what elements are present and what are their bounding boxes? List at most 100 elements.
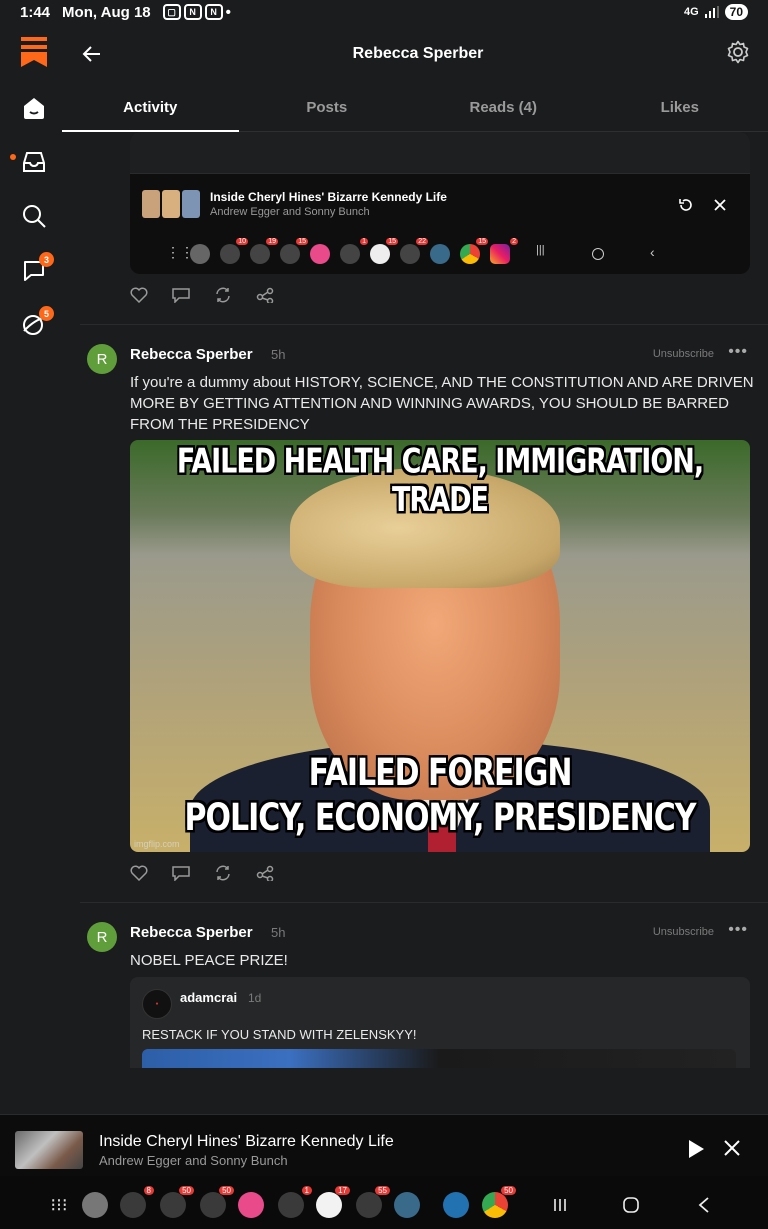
substack-logo-button[interactable] xyxy=(14,32,54,72)
app-icon: 1 xyxy=(340,238,368,264)
recents-nav-icon: ||| xyxy=(536,244,545,256)
apps-grid-icon: ⋮⋮ xyxy=(166,244,194,260)
tab-likes[interactable]: Likes xyxy=(592,84,768,131)
chrome-app-icon[interactable]: 50 xyxy=(482,1186,516,1218)
share-button[interactable] xyxy=(256,864,274,882)
activity-feed[interactable]: Inside Cheryl Hines' Bizarre Kennedy Lif… xyxy=(80,132,768,1068)
restack-button[interactable] xyxy=(214,864,232,882)
home-nav-button[interactable] xyxy=(620,1194,642,1216)
substack-logo-icon xyxy=(21,37,47,67)
activity-button[interactable]: 5 xyxy=(14,304,54,344)
battery-indicator: 70 xyxy=(724,4,748,20)
more-options-button[interactable]: ••• xyxy=(728,343,748,361)
comment-button[interactable] xyxy=(172,864,190,882)
like-button[interactable] xyxy=(130,286,148,304)
author-name[interactable]: Rebecca Sperber xyxy=(130,924,253,941)
back-nav-icon xyxy=(698,1197,709,1213)
app-icon: 10 xyxy=(220,238,248,264)
restack-button[interactable] xyxy=(214,286,232,304)
back-nav-button[interactable] xyxy=(693,1194,715,1216)
close-icon xyxy=(709,194,731,216)
news-app-icon[interactable]: 17 xyxy=(316,1186,350,1218)
wordpress-app-icon[interactable] xyxy=(443,1192,469,1218)
image-watermark: imgflip.com xyxy=(134,839,180,849)
signal-icon xyxy=(704,6,719,18)
app-folder-icon[interactable]: 55 xyxy=(356,1186,390,1218)
quoted-author-name[interactable]: adamcrai xyxy=(180,990,237,1005)
quoted-image[interactable] xyxy=(142,1049,736,1068)
embedded-screenshot-top xyxy=(130,132,750,174)
app-folder-icon[interactable]: 8 xyxy=(120,1186,154,1218)
more-options-button[interactable]: ••• xyxy=(728,921,748,939)
left-nav-rail: 3 5 xyxy=(0,24,68,1114)
post-text: NOBEL PEACE PRIZE! xyxy=(130,952,288,969)
post-text: If you're a dummy about HISTORY, SCIENCE… xyxy=(130,374,754,433)
episode-authors: Andrew Egger and Sonny Bunch xyxy=(99,1153,288,1168)
tab-activity[interactable]: Activity xyxy=(62,84,239,132)
unsubscribe-button[interactable]: Unsubscribe xyxy=(653,926,714,938)
mini-player-thumbnails xyxy=(142,190,200,218)
comment-icon xyxy=(172,866,190,881)
quoted-post-time: 1d xyxy=(248,991,262,1005)
chat-button[interactable]: 3 xyxy=(14,250,54,290)
meme-top-caption: FAILED HEALTH CARE, IMMIGRATION, TRADE xyxy=(176,442,704,520)
apps-grid-icon[interactable]: ⁝⁝⁝ xyxy=(46,1192,72,1218)
search-icon xyxy=(23,205,46,228)
settings-app-icon xyxy=(190,244,210,264)
search-button[interactable] xyxy=(14,196,54,236)
heart-icon xyxy=(130,865,148,881)
comment-button[interactable] xyxy=(172,286,190,304)
inbox-button[interactable] xyxy=(10,142,54,182)
share-icon xyxy=(256,287,274,303)
settings-app-icon[interactable] xyxy=(82,1192,108,1218)
gear-icon xyxy=(727,40,749,64)
app-folder-icon[interactable]: 50 xyxy=(160,1186,194,1218)
home-nav-icon xyxy=(592,248,604,260)
share-button[interactable] xyxy=(256,286,274,304)
inbox-icon xyxy=(23,152,45,172)
status-bar: 1:44 Mon, Aug 18 ▢ N N • 4G 70 xyxy=(0,0,768,24)
heart-icon xyxy=(130,287,148,303)
unread-dot xyxy=(10,154,16,160)
author-avatar[interactable]: R xyxy=(87,344,117,374)
play-button[interactable] xyxy=(686,1139,706,1159)
like-button[interactable] xyxy=(130,864,148,882)
restacked-note[interactable]: ● adamcrai 1d RESTACK IF YOU STAND WITH … xyxy=(130,977,750,1068)
meme-bottom-caption: FAILED FOREIGN POLICY, ECONOMY, PRESIDEN… xyxy=(130,751,750,841)
photos-app-icon[interactable] xyxy=(238,1192,264,1218)
photos-app-icon xyxy=(310,244,330,264)
author-avatar[interactable]: R xyxy=(87,922,117,952)
notification-icons: ▢ N N • xyxy=(162,3,231,21)
recents-button[interactable] xyxy=(549,1194,571,1216)
audio-mini-player[interactable]: Inside Cheryl Hines' Bizarre Kennedy Lif… xyxy=(0,1114,768,1176)
quoted-author-avatar: ● xyxy=(142,989,172,1019)
profile-header: Rebecca Sperber xyxy=(68,24,768,84)
app-folder-icon[interactable]: 50 xyxy=(200,1186,234,1218)
episode-cover xyxy=(15,1131,83,1169)
more-notifications-icon: • xyxy=(225,3,231,21)
close-icon xyxy=(724,1140,740,1156)
settings-button[interactable] xyxy=(726,40,754,68)
app-folder-icon[interactable]: 1 xyxy=(278,1186,312,1218)
post-actions xyxy=(130,864,274,882)
tab-posts[interactable]: Posts xyxy=(239,84,416,131)
chat-badge: 3 xyxy=(39,252,54,267)
quoted-text: RESTACK IF YOU STAND WITH ZELENSKYY! xyxy=(142,1027,417,1042)
restack-icon xyxy=(216,865,230,881)
status-date: Mon, Aug 18 xyxy=(62,3,151,21)
host-thumbnail xyxy=(162,190,180,218)
post-image[interactable]: FAILED HEALTH CARE, IMMIGRATION, TRADE F… xyxy=(130,440,750,852)
home-button[interactable] xyxy=(14,88,54,128)
app-icon: 22 xyxy=(400,238,428,264)
embedded-screenshot[interactable]: Inside Cheryl Hines' Bizarre Kennedy Lif… xyxy=(130,132,750,274)
post-time: 5h xyxy=(271,925,286,940)
tab-reads[interactable]: Reads (4) xyxy=(415,84,592,131)
unsubscribe-button[interactable]: Unsubscribe xyxy=(653,348,714,360)
app-icon[interactable] xyxy=(394,1192,420,1218)
author-name[interactable]: Rebecca Sperber xyxy=(130,346,253,363)
status-time: 1:44 xyxy=(20,3,51,21)
episode-title: Inside Cheryl Hines' Bizarre Kennedy Lif… xyxy=(99,1133,394,1150)
back-button[interactable] xyxy=(78,40,106,68)
close-player-button[interactable] xyxy=(723,1139,743,1159)
replay-icon xyxy=(675,194,697,216)
